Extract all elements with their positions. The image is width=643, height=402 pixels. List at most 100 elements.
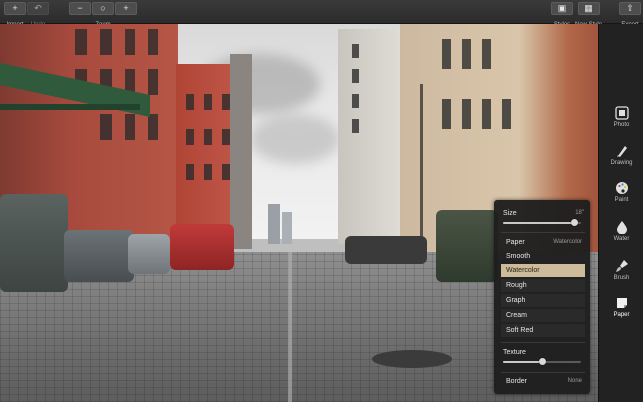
window	[482, 39, 491, 69]
awning-beam	[0, 104, 140, 110]
parked-car	[128, 234, 170, 274]
tool-photo[interactable]: Photo	[599, 106, 643, 129]
tool-brush[interactable]: Brush	[599, 259, 643, 282]
bare-tree	[420, 84, 423, 244]
window	[148, 29, 158, 55]
palette-icon	[615, 182, 628, 194]
window	[442, 99, 451, 129]
window	[222, 164, 230, 180]
window	[442, 39, 451, 69]
window	[502, 99, 511, 129]
photo-icon	[614, 106, 629, 120]
window	[352, 69, 359, 83]
distant-building	[282, 212, 292, 244]
cloud	[250, 114, 340, 164]
paper-settings-popover: Size 18" Paper Watercolor Smooth Waterco…	[494, 200, 590, 394]
window	[125, 114, 135, 140]
texture-slider-fill	[503, 361, 542, 363]
border-value[interactable]: None	[568, 377, 582, 386]
tool-paper-label: Paper	[613, 312, 630, 318]
gray-tower	[230, 54, 252, 249]
window	[148, 114, 158, 140]
zoom-in-icon: +	[123, 3, 129, 13]
zoom-in-button[interactable]: +	[115, 2, 137, 15]
zoom-out-button[interactable]: −	[69, 2, 91, 15]
export-button[interactable]: ⇧	[619, 2, 641, 15]
tool-paper[interactable]: Paper	[599, 296, 643, 319]
pencil-icon	[616, 146, 627, 157]
window	[462, 99, 471, 129]
street-line	[288, 252, 292, 402]
size-slider-fill	[503, 222, 575, 224]
import-button[interactable]: +	[4, 2, 26, 15]
window	[75, 29, 87, 55]
manhole-cover	[372, 350, 452, 368]
parked-car	[64, 230, 134, 282]
window	[186, 94, 194, 110]
dumpster	[345, 236, 427, 264]
window	[125, 29, 135, 55]
window	[352, 44, 359, 58]
size-label: Size	[503, 210, 517, 217]
parked-car	[0, 194, 68, 292]
window	[186, 164, 194, 180]
paper-option-graph[interactable]: Graph	[501, 294, 585, 307]
share-icon: ⇧	[626, 3, 634, 13]
tool-water-label: Water	[613, 236, 630, 242]
window	[482, 99, 491, 129]
paper-option-cream[interactable]: Cream	[501, 309, 585, 322]
tool-water[interactable]: Water	[599, 220, 643, 243]
tool-paint[interactable]: Paint	[599, 181, 643, 204]
window	[204, 129, 212, 145]
tool-drawing[interactable]: Drawing	[599, 144, 643, 167]
divider	[501, 232, 585, 233]
window	[462, 39, 471, 69]
window	[100, 114, 112, 140]
styles-icon: ▣	[557, 3, 567, 13]
texture-label: Texture	[503, 349, 526, 356]
new-style-icon: ▦	[584, 3, 593, 13]
plus-icon: +	[12, 3, 18, 13]
divider	[501, 372, 585, 373]
top-toolbar: + Import ↶ Undo −○+ Zoom ▣ Styles ▦ New …	[0, 0, 643, 28]
brush-icon	[615, 260, 628, 272]
undo-button[interactable]: ↶	[27, 2, 49, 15]
window	[204, 94, 212, 110]
undo-icon: ↶	[34, 3, 42, 13]
border-label: Border	[506, 378, 528, 385]
tool-brush-label: Brush	[613, 275, 630, 281]
white-building	[338, 29, 408, 244]
window	[100, 29, 112, 55]
window	[186, 129, 194, 145]
paper-option-soft-red[interactable]: Soft Red	[501, 324, 585, 337]
size-slider-thumb[interactable]	[571, 219, 579, 226]
styles-button[interactable]: ▣	[551, 2, 573, 15]
zoom-out-icon: −	[77, 3, 83, 13]
tool-photo-label: Photo	[613, 122, 630, 128]
paper-option-rough[interactable]: Rough	[501, 279, 585, 292]
size-value: 18"	[575, 210, 584, 216]
tool-drawing-label: Drawing	[610, 160, 633, 166]
paper-option-watercolor[interactable]: Watercolor	[501, 264, 585, 277]
divider	[501, 342, 585, 343]
window	[352, 119, 359, 133]
red-car	[170, 224, 234, 270]
paper-icon	[616, 298, 627, 308]
window	[204, 164, 212, 180]
tool-paint-label: Paint	[614, 197, 629, 203]
paper-options-list: Watercolor Rough Graph Cream Soft Red	[501, 264, 585, 339]
distant-building	[268, 204, 280, 244]
zoom-fit-button[interactable]: ○	[92, 2, 114, 15]
window	[222, 94, 230, 110]
parked-jeep	[436, 210, 498, 282]
paper-option-smooth[interactable]: Smooth	[506, 252, 530, 261]
paper-label: Paper	[506, 239, 525, 246]
window	[352, 94, 359, 108]
new-style-button[interactable]: ▦	[577, 2, 600, 15]
texture-slider-thumb[interactable]	[538, 358, 546, 365]
drop-icon	[616, 221, 627, 234]
tool-sidebar: Photo Drawing Paint Water Brush Paper	[598, 24, 643, 402]
window	[222, 129, 230, 145]
zoom-fit-icon: ○	[100, 3, 106, 13]
window	[148, 69, 158, 95]
